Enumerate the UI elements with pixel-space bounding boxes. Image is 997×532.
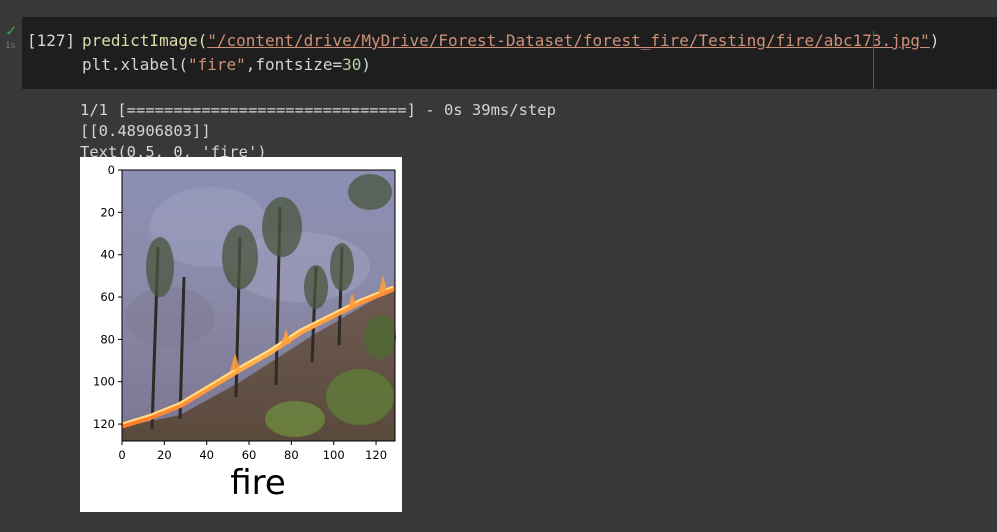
x-axis: 0 20 40 60 80 100 120 <box>118 441 387 462</box>
code-editor[interactable]: predictImage("/content/drive/MyDrive/For… <box>22 17 997 89</box>
code-line-2[interactable]: plt.xlabel("fire",fontsize=30) <box>82 55 371 74</box>
code-fontsize-number: 30 <box>342 55 362 74</box>
cell-output: 1/1 [==============================] - 0… <box>80 100 556 163</box>
x-tick-label: 0 <box>118 448 125 462</box>
x-axis-label: fire <box>230 463 286 503</box>
check-icon: ✓ <box>5 22 18 40</box>
y-tick-label: 80 <box>100 332 115 346</box>
y-tick-label: 120 <box>93 417 115 431</box>
code-paren-close-2: ) <box>361 55 371 74</box>
code-label-string: "fire" <box>187 55 246 74</box>
code-fn-xlabel: plt.xlabel( <box>82 55 188 74</box>
forest-fire-photo <box>121 170 396 441</box>
plot-figure: 0 20 40 60 80 100 120 0 20 40 60 80 100 120 fire <box>80 157 402 512</box>
execution-count[interactable]: [127] <box>27 31 75 50</box>
x-tick-label: 80 <box>284 448 299 462</box>
y-tick-label: 20 <box>100 205 115 219</box>
y-axis: 0 20 40 60 80 100 120 <box>93 163 122 431</box>
run-time: 1s <box>5 41 16 51</box>
x-tick-label: 20 <box>157 448 172 462</box>
x-tick-label: 100 <box>323 448 345 462</box>
code-paren-close: ) <box>929 31 940 50</box>
code-fn-predict: predictImage( <box>82 31 208 50</box>
y-tick-label: 0 <box>108 163 115 177</box>
code-arg: ,fontsize= <box>245 55 343 74</box>
code-path-string[interactable]: "/content/drive/MyDrive/Forest-Dataset/f… <box>207 31 929 50</box>
x-tick-label: 40 <box>199 448 214 462</box>
prediction-line: [[0.48906803]] <box>80 122 211 140</box>
code-line-1[interactable]: predictImage("/content/drive/MyDrive/For… <box>82 31 939 50</box>
y-tick-label: 40 <box>100 248 115 262</box>
x-tick-label: 60 <box>242 448 257 462</box>
plot-svg: 0 20 40 60 80 100 120 0 20 40 60 80 100 120 fire <box>93 163 396 503</box>
y-tick-label: 100 <box>93 375 115 389</box>
x-tick-label: 120 <box>365 448 387 462</box>
text-cursor <box>873 31 874 89</box>
y-tick-label: 60 <box>100 290 115 304</box>
progress-line: 1/1 [==============================] - 0… <box>80 101 556 119</box>
